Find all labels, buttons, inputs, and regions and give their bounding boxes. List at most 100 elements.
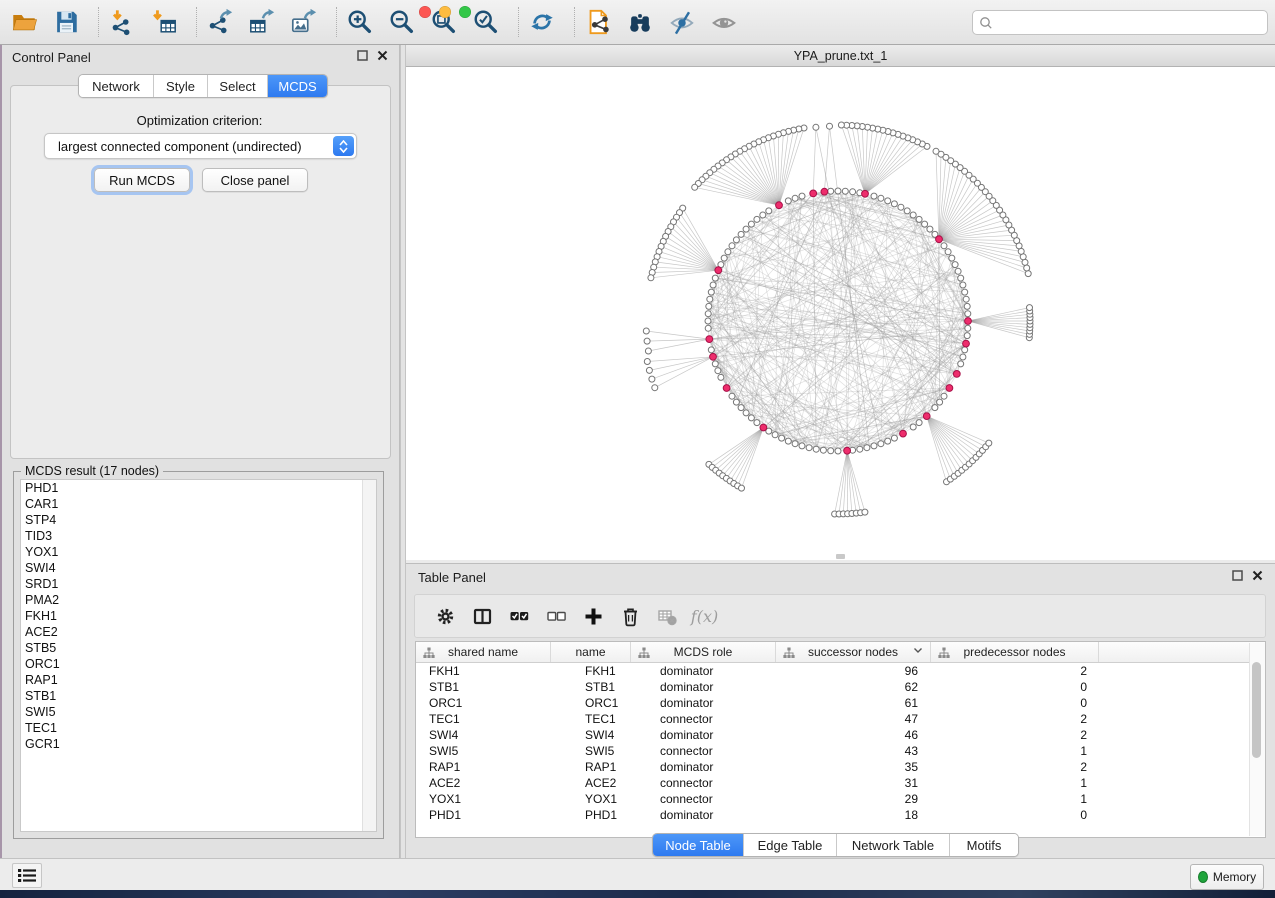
cell-successor-nodes: 96 (776, 664, 931, 678)
column-label: MCDS role (674, 645, 733, 659)
column-header-name[interactable]: name (551, 642, 631, 662)
table-row[interactable]: FKH1FKH1dominator962 (416, 663, 1265, 679)
tab-node-table[interactable]: Node Table (653, 834, 744, 856)
table-row[interactable]: ACE2ACE2connector311 (416, 775, 1265, 791)
column-header-predecessor-nodes[interactable]: predecessor nodes (931, 642, 1099, 662)
mcds-result-list[interactable]: PHD1CAR1STP4TID3YOX1SWI4SRD1PMA2FKH1ACE2… (20, 479, 377, 832)
cell-name: YOX1 (551, 792, 631, 806)
close-table-panel-icon[interactable] (1252, 570, 1263, 581)
mcds-result-item[interactable]: STB1 (21, 688, 376, 704)
search-box[interactable] (972, 10, 1268, 35)
attribute-type-icon (638, 647, 650, 659)
mcds-result-item[interactable]: TID3 (21, 528, 376, 544)
column-header-successor-nodes[interactable]: successor nodes (776, 642, 931, 662)
float-panel-icon[interactable] (357, 50, 368, 61)
export-image-icon[interactable] (288, 6, 320, 38)
tab-network[interactable]: Network (79, 75, 154, 97)
refresh-network-icon[interactable] (526, 6, 558, 38)
cell-MCDS-role: dominator (631, 664, 776, 678)
column-header-MCDS-role[interactable]: MCDS role (631, 642, 776, 662)
mcds-result-item[interactable]: ACE2 (21, 624, 376, 640)
network-canvas[interactable] (406, 67, 1275, 560)
toolbar-separator (98, 7, 100, 37)
open-file-icon[interactable] (8, 6, 40, 38)
cell-predecessor-nodes: 1 (931, 744, 1099, 758)
table-row[interactable]: PHD1PHD1dominator180 (416, 807, 1265, 823)
table-scrollbar-thumb[interactable] (1252, 662, 1261, 758)
settings-icon[interactable] (427, 603, 464, 629)
function-builder-icon: f(x) (686, 603, 723, 629)
export-network-icon[interactable] (204, 6, 236, 38)
network-splitter-grip[interactable] (836, 554, 845, 559)
table-row[interactable]: YOX1YOX1connector291 (416, 791, 1265, 807)
toolbar-separator (518, 7, 520, 37)
cell-successor-nodes: 46 (776, 728, 931, 742)
mcds-result-item[interactable]: YOX1 (21, 544, 376, 560)
mcds-result-item[interactable]: STB5 (21, 640, 376, 656)
criterion-dropdown[interactable]: largest connected component (undirected) (44, 133, 357, 159)
mcds-result-item[interactable]: RAP1 (21, 672, 376, 688)
close-panel-icon[interactable] (377, 50, 388, 61)
search-icon (979, 16, 993, 30)
table-row[interactable]: TEC1TEC1connector472 (416, 711, 1265, 727)
table-row[interactable]: SWI4SWI4dominator462 (416, 727, 1265, 743)
table-row[interactable]: SWI5SWI5connector431 (416, 743, 1265, 759)
window-minimize-traffic-light[interactable] (439, 6, 451, 18)
mcds-result-item[interactable]: SRD1 (21, 576, 376, 592)
tab-mcds[interactable]: MCDS (268, 75, 327, 97)
mcds-result-item[interactable]: ORC1 (21, 656, 376, 672)
tab-motifs[interactable]: Motifs (950, 834, 1018, 856)
run-mcds-button[interactable]: Run MCDS (94, 168, 190, 192)
save-session-icon[interactable] (50, 6, 82, 38)
select-all-columns-icon[interactable] (501, 603, 538, 629)
mcds-result-item[interactable]: STP4 (21, 512, 376, 528)
cell-MCDS-role: dominator (631, 728, 776, 742)
memory-button[interactable]: Memory (1190, 864, 1264, 890)
tab-network-table[interactable]: Network Table (837, 834, 950, 856)
task-history-button[interactable] (12, 863, 42, 888)
table-row[interactable]: RAP1RAP1dominator352 (416, 759, 1265, 775)
show-columns-icon[interactable] (464, 603, 501, 629)
network-view[interactable] (406, 67, 1275, 560)
export-table-icon[interactable] (246, 6, 278, 38)
table-row[interactable]: STB1STB1dominator620 (416, 679, 1265, 695)
add-column-icon[interactable] (575, 603, 612, 629)
cell-predecessor-nodes: 2 (931, 728, 1099, 742)
table-row[interactable]: ORC1ORC1dominator610 (416, 695, 1265, 711)
import-network-icon[interactable] (106, 6, 138, 38)
tab-edge-table[interactable]: Edge Table (744, 834, 837, 856)
memory-label: Memory (1213, 870, 1256, 884)
tab-select[interactable]: Select (208, 75, 268, 97)
mcds-result-item[interactable]: GCR1 (21, 736, 376, 752)
zoom-out-icon[interactable] (386, 6, 418, 38)
window-zoom-traffic-light[interactable] (459, 6, 471, 18)
search-input[interactable] (993, 14, 1267, 32)
mcds-result-item[interactable]: PMA2 (21, 592, 376, 608)
unselect-all-columns-icon[interactable] (538, 603, 575, 629)
attribute-type-icon (423, 647, 435, 659)
mcds-result-item[interactable]: CAR1 (21, 496, 376, 512)
mcds-result-item[interactable]: TEC1 (21, 720, 376, 736)
mcds-result-item[interactable]: FKH1 (21, 608, 376, 624)
cell-shared-name: ORC1 (416, 696, 551, 710)
mcds-result-item[interactable]: PHD1 (21, 480, 376, 496)
close-panel-button[interactable]: Close panel (202, 168, 308, 192)
search-network-icon[interactable] (624, 6, 656, 38)
table-panel-tabs: Node TableEdge TableNetwork TableMotifs (652, 833, 1019, 857)
toggle-graphics-details-icon[interactable] (666, 6, 698, 38)
zoom-in-icon[interactable] (344, 6, 376, 38)
mcds-list-scrollbar[interactable] (362, 480, 376, 831)
float-table-panel-icon[interactable] (1232, 570, 1243, 581)
delete-columns-icon[interactable] (612, 603, 649, 629)
import-table-icon[interactable] (148, 6, 180, 38)
mcds-result-item[interactable]: SWI5 (21, 704, 376, 720)
attribute-type-icon (783, 647, 795, 659)
window-close-traffic-light[interactable] (419, 6, 431, 18)
cell-predecessor-nodes: 2 (931, 664, 1099, 678)
delete-table-icon (649, 603, 686, 629)
zoom-selected-icon[interactable] (470, 6, 502, 38)
column-header-shared-name[interactable]: shared name (416, 642, 551, 662)
network-document-icon[interactable] (582, 6, 614, 38)
mcds-result-item[interactable]: SWI4 (21, 560, 376, 576)
tab-style[interactable]: Style (154, 75, 208, 97)
